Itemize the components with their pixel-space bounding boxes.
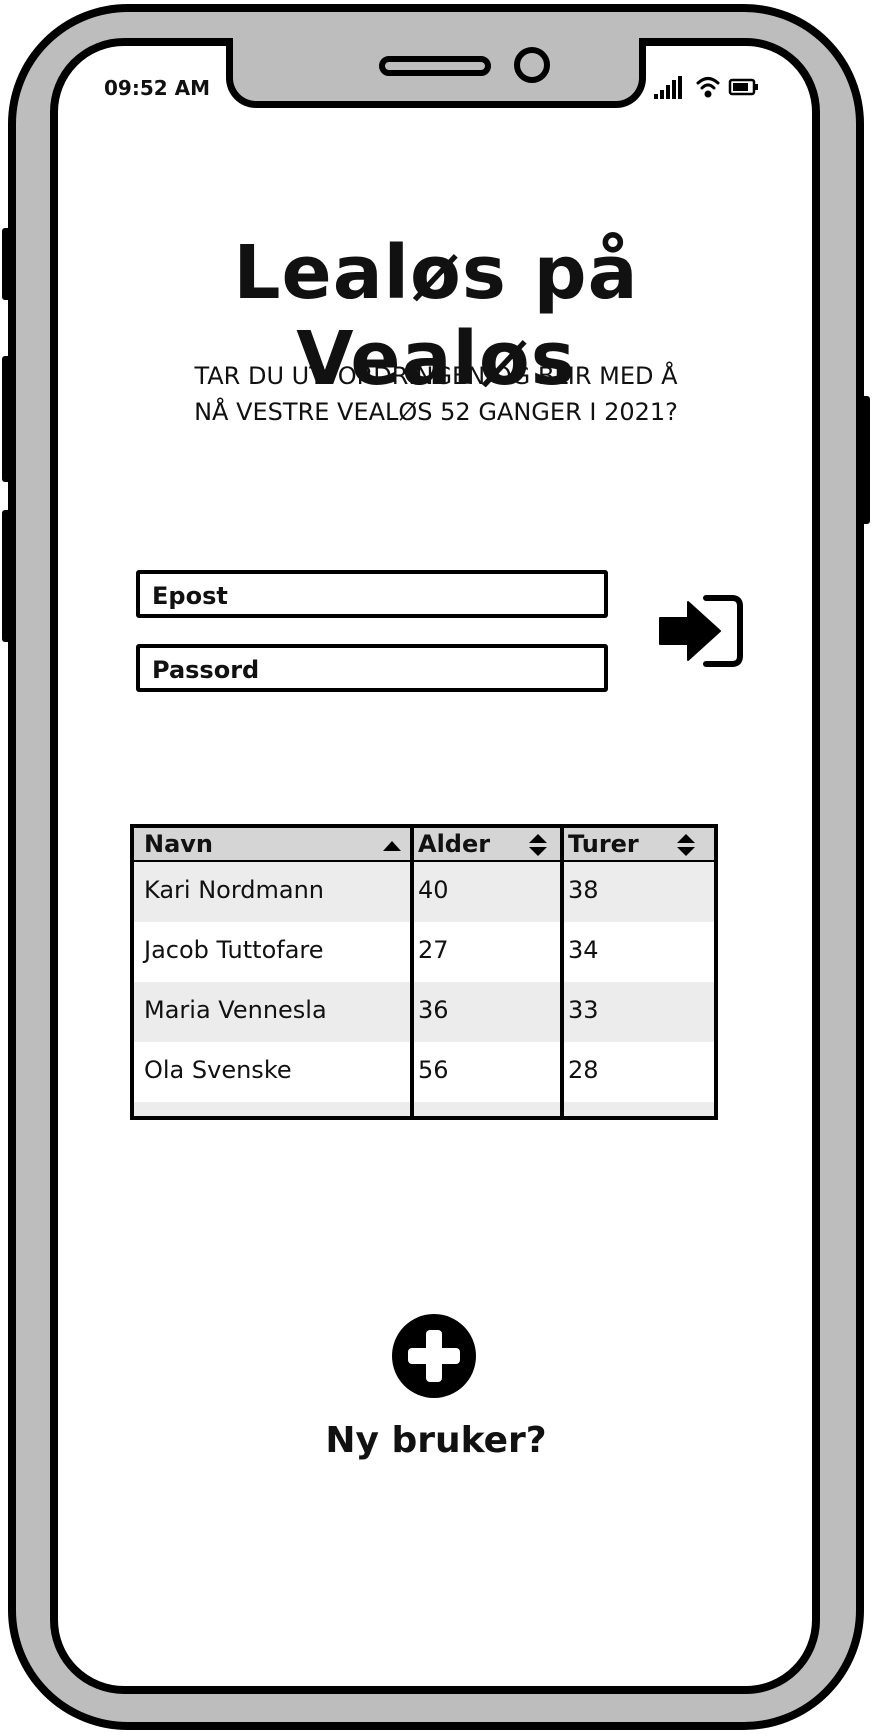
- status-icons: [654, 76, 758, 99]
- sort-icon[interactable]: [528, 832, 548, 858]
- cell-turer: 34: [568, 936, 599, 964]
- battery-icon: [728, 78, 758, 96]
- table-row[interactable]: Kari Nordmann 40 38: [134, 862, 714, 922]
- cell-alder: 56: [418, 1056, 449, 1084]
- cell-navn: Kari Nordmann: [144, 876, 325, 904]
- sign-in-icon: [659, 595, 743, 667]
- table-row-empty: [134, 1102, 714, 1116]
- column-divider: [410, 828, 414, 1116]
- email-field[interactable]: Epost: [136, 570, 608, 618]
- side-button-left-3: [2, 510, 12, 642]
- cell-alder: 36: [418, 996, 449, 1024]
- signal-icon: [654, 76, 682, 99]
- cell-alder: 27: [418, 936, 449, 964]
- camera-icon: [514, 47, 550, 83]
- cell-navn: Jacob Tuttofare: [144, 936, 324, 964]
- password-placeholder: Passord: [152, 656, 260, 684]
- table-header: Navn Alder Turer: [134, 828, 714, 862]
- subtitle-line-1: TAR DU UTFORDRINGEN OG BLIR MED Å: [194, 362, 678, 390]
- add-user-button[interactable]: [392, 1314, 476, 1398]
- side-button-right: [860, 396, 870, 524]
- status-time: 09:52 AM: [104, 76, 211, 100]
- table-row[interactable]: Ola Svenske 56 28: [134, 1042, 714, 1102]
- column-header-turer[interactable]: Turer: [568, 828, 639, 860]
- side-button-left-2: [2, 356, 12, 482]
- cell-navn: Ola Svenske: [144, 1056, 292, 1084]
- wifi-icon: [696, 77, 720, 98]
- password-field[interactable]: Passord: [136, 644, 608, 692]
- column-header-alder[interactable]: Alder: [418, 828, 490, 860]
- cell-alder: 40: [418, 876, 449, 904]
- table-row[interactable]: Maria Vennesla 36 33: [134, 982, 714, 1042]
- table-row[interactable]: Jacob Tuttofare 27 34: [134, 922, 714, 982]
- subtitle-line-2: NÅ VESTRE VEALØS 52 GANGER I 2021?: [194, 398, 678, 426]
- sort-ascending-icon[interactable]: [382, 840, 402, 852]
- column-divider: [560, 828, 564, 1116]
- users-table: Navn Alder Turer Kari Nordmann 40 38 Jac…: [130, 824, 718, 1120]
- speaker-icon: [379, 56, 491, 76]
- sign-in-button[interactable]: [656, 594, 746, 668]
- cell-turer: 28: [568, 1056, 599, 1084]
- column-header-navn[interactable]: Navn: [144, 828, 213, 860]
- cell-navn: Maria Vennesla: [144, 996, 327, 1024]
- sort-icon[interactable]: [676, 832, 696, 858]
- page-subtitle: TAR DU UTFORDRINGEN OG BLIR MED Å NÅ VES…: [146, 358, 726, 430]
- cell-turer: 38: [568, 876, 599, 904]
- side-button-left-1: [2, 228, 12, 300]
- email-placeholder: Epost: [152, 582, 228, 610]
- cell-turer: 33: [568, 996, 599, 1024]
- new-user-link[interactable]: Ny bruker?: [286, 1420, 586, 1461]
